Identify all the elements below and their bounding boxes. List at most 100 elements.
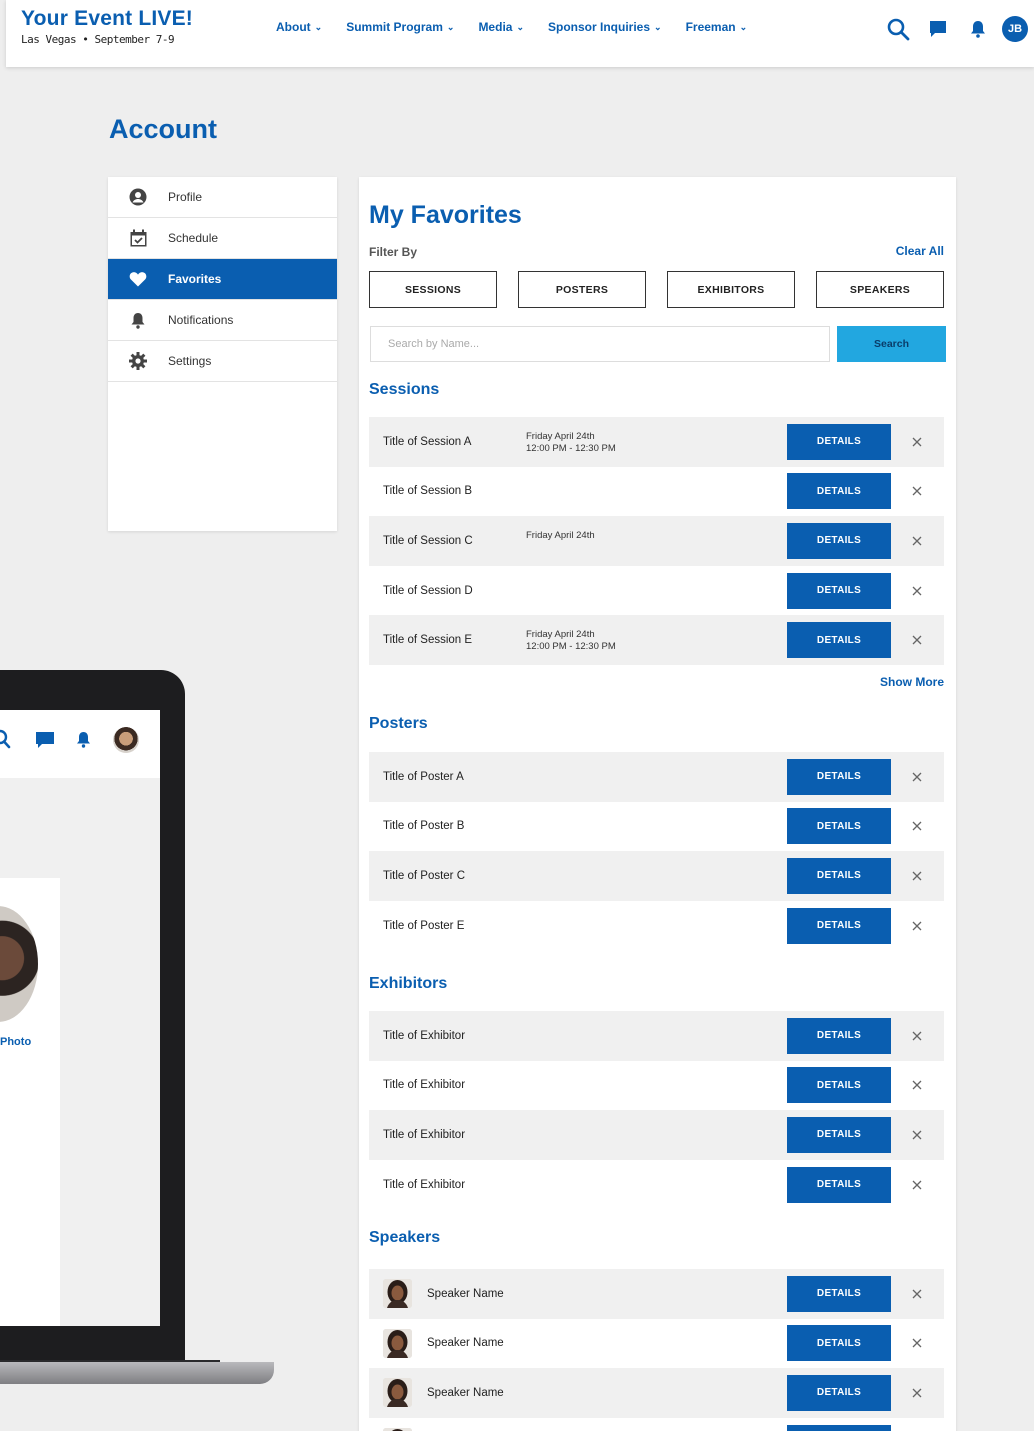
posters-heading: Posters bbox=[369, 715, 428, 732]
details-button[interactable]: DETAILS bbox=[787, 1374, 891, 1411]
search-by-name-input[interactable] bbox=[370, 326, 830, 362]
nav-summit-program[interactable]: Summit Program ⌄ bbox=[346, 20, 454, 34]
sidebar-item-notifications[interactable]: Notifications bbox=[108, 300, 337, 341]
session-date: Friday April 24th bbox=[526, 629, 595, 641]
event-logo-title[interactable]: Your Event LIVE! bbox=[21, 7, 193, 31]
exhibitor-title[interactable]: Title of Exhibitor bbox=[383, 1129, 465, 1141]
exhibitor-title[interactable]: Title of Exhibitor bbox=[383, 1179, 465, 1191]
sidebar-item-favorites[interactable]: Favorites bbox=[108, 259, 337, 300]
avatar bbox=[113, 727, 139, 753]
close-icon[interactable] bbox=[909, 1286, 925, 1302]
speaker-name[interactable]: Speaker Name bbox=[427, 1288, 504, 1300]
speaker-photo bbox=[383, 1328, 412, 1358]
details-button[interactable]: DETAILS bbox=[787, 1067, 891, 1104]
close-icon[interactable] bbox=[909, 1335, 925, 1351]
list-item: Title of Session E Friday April 24th 12:0… bbox=[369, 615, 944, 665]
nav-label: Summit Program bbox=[346, 20, 443, 34]
sidebar-item-schedule[interactable]: Schedule bbox=[108, 218, 337, 259]
close-icon[interactable] bbox=[909, 1127, 925, 1143]
user-avatar[interactable]: JB bbox=[1002, 16, 1028, 42]
sidebar-item-settings[interactable]: Settings bbox=[108, 341, 337, 382]
session-title[interactable]: Title of Session E bbox=[383, 634, 472, 646]
chevron-down-icon: ⌄ bbox=[739, 21, 748, 32]
bell-icon[interactable] bbox=[958, 14, 998, 44]
exhibitor-title[interactable]: Title of Exhibitor bbox=[383, 1079, 465, 1091]
poster-title[interactable]: Title of Poster B bbox=[383, 820, 464, 832]
top-navigation-bar: Your Event LIVE! Las Vegas • September 7… bbox=[6, 0, 1034, 67]
speakers-heading: Speakers bbox=[369, 1229, 441, 1246]
close-icon[interactable] bbox=[909, 818, 925, 834]
session-time: 12:00 PM - 12:30 PM bbox=[526, 640, 616, 652]
chat-icon[interactable] bbox=[918, 14, 958, 44]
session-title[interactable]: Title of Session A bbox=[383, 436, 471, 448]
details-button[interactable]: DETAILS bbox=[787, 1116, 891, 1153]
details-button[interactable]: DETAILS bbox=[787, 857, 891, 894]
photo-label: Photo bbox=[0, 1036, 32, 1048]
close-icon[interactable] bbox=[909, 769, 925, 785]
session-title[interactable]: Title of Session D bbox=[383, 585, 473, 597]
details-button[interactable]: DETAILS bbox=[787, 1166, 891, 1203]
filter-exhibitors-button[interactable]: EXHIBITORS bbox=[667, 271, 795, 308]
close-icon[interactable] bbox=[909, 632, 925, 648]
details-button[interactable]: DETAILS bbox=[787, 1275, 891, 1312]
details-button[interactable]: DETAILS bbox=[787, 473, 891, 510]
details-button[interactable]: DETAILS bbox=[787, 1017, 891, 1054]
sidebar-item-profile[interactable]: Profile bbox=[108, 177, 337, 218]
gear-icon bbox=[108, 352, 168, 370]
chevron-down-icon: ⌄ bbox=[446, 21, 455, 32]
session-datetime: Friday April 24th 12:00 PM - 12:30 PM bbox=[526, 629, 616, 652]
speaker-name[interactable]: Speaker Name bbox=[427, 1337, 504, 1349]
details-button[interactable]: DETAILS bbox=[787, 572, 891, 609]
session-title[interactable]: Title of Session C bbox=[383, 535, 473, 547]
details-button[interactable]: DETAILS bbox=[787, 622, 891, 659]
nav-about[interactable]: About ⌄ bbox=[276, 20, 322, 34]
details-button[interactable]: DETAILS bbox=[787, 907, 891, 944]
list-item bbox=[369, 1418, 944, 1431]
details-button[interactable] bbox=[787, 1424, 891, 1431]
sidebar-item-label: Schedule bbox=[168, 231, 219, 245]
close-icon[interactable] bbox=[909, 1385, 925, 1401]
details-button[interactable]: DETAILS bbox=[787, 808, 891, 845]
nav-sponsor-inquiries[interactable]: Sponsor Inquiries ⌄ bbox=[548, 20, 662, 34]
close-icon[interactable] bbox=[909, 1028, 925, 1044]
search-icon[interactable] bbox=[878, 14, 918, 44]
show-more-link[interactable]: Show More bbox=[880, 675, 944, 689]
filter-posters-button[interactable]: POSTERS bbox=[518, 271, 646, 308]
close-icon[interactable] bbox=[909, 483, 925, 499]
filter-speakers-button[interactable]: SPEAKERS bbox=[816, 271, 944, 308]
nav-media[interactable]: Media ⌄ bbox=[478, 20, 524, 34]
search-icon bbox=[0, 729, 11, 749]
exhibitor-title[interactable]: Title of Exhibitor bbox=[383, 1030, 465, 1042]
close-icon[interactable] bbox=[909, 868, 925, 884]
bell-icon bbox=[77, 732, 90, 748]
details-button[interactable]: DETAILS bbox=[787, 522, 891, 559]
poster-title[interactable]: Title of Poster E bbox=[383, 920, 464, 932]
header-actions: JB bbox=[878, 14, 1034, 44]
poster-title[interactable]: Title of Poster C bbox=[383, 870, 465, 882]
sidebar-item-label: Settings bbox=[168, 354, 212, 368]
filter-label: Filter By bbox=[369, 245, 418, 259]
speaker-photo bbox=[383, 1378, 412, 1408]
nav-label: Sponsor Inquiries bbox=[548, 20, 651, 34]
poster-title[interactable]: Title of Poster A bbox=[383, 771, 464, 783]
close-icon[interactable] bbox=[909, 434, 925, 450]
close-icon[interactable] bbox=[909, 533, 925, 549]
details-button[interactable]: DETAILS bbox=[787, 758, 891, 795]
chevron-down-icon: ⌄ bbox=[654, 21, 662, 32]
nav-freeman[interactable]: Freeman ⌄ bbox=[686, 20, 748, 34]
nav-label: About bbox=[276, 20, 311, 34]
filter-sessions-button[interactable]: SESSIONS bbox=[369, 271, 497, 308]
close-icon[interactable] bbox=[909, 1077, 925, 1093]
close-icon[interactable] bbox=[909, 918, 925, 934]
speaker-name[interactable]: Speaker Name bbox=[427, 1387, 504, 1399]
search-button[interactable]: Search bbox=[837, 326, 946, 362]
details-button[interactable]: DETAILS bbox=[787, 423, 891, 460]
session-title[interactable]: Title of Session B bbox=[383, 485, 472, 497]
list-item: Title of Exhibitor DETAILS bbox=[369, 1110, 944, 1160]
heart-icon bbox=[108, 271, 168, 287]
exhibitors-list: Title of Exhibitor DETAILS Title of Exhi… bbox=[369, 1011, 944, 1209]
details-button[interactable]: DETAILS bbox=[787, 1325, 891, 1362]
close-icon[interactable] bbox=[909, 583, 925, 599]
clear-all-link[interactable]: Clear All bbox=[896, 244, 944, 258]
close-icon[interactable] bbox=[909, 1177, 925, 1193]
